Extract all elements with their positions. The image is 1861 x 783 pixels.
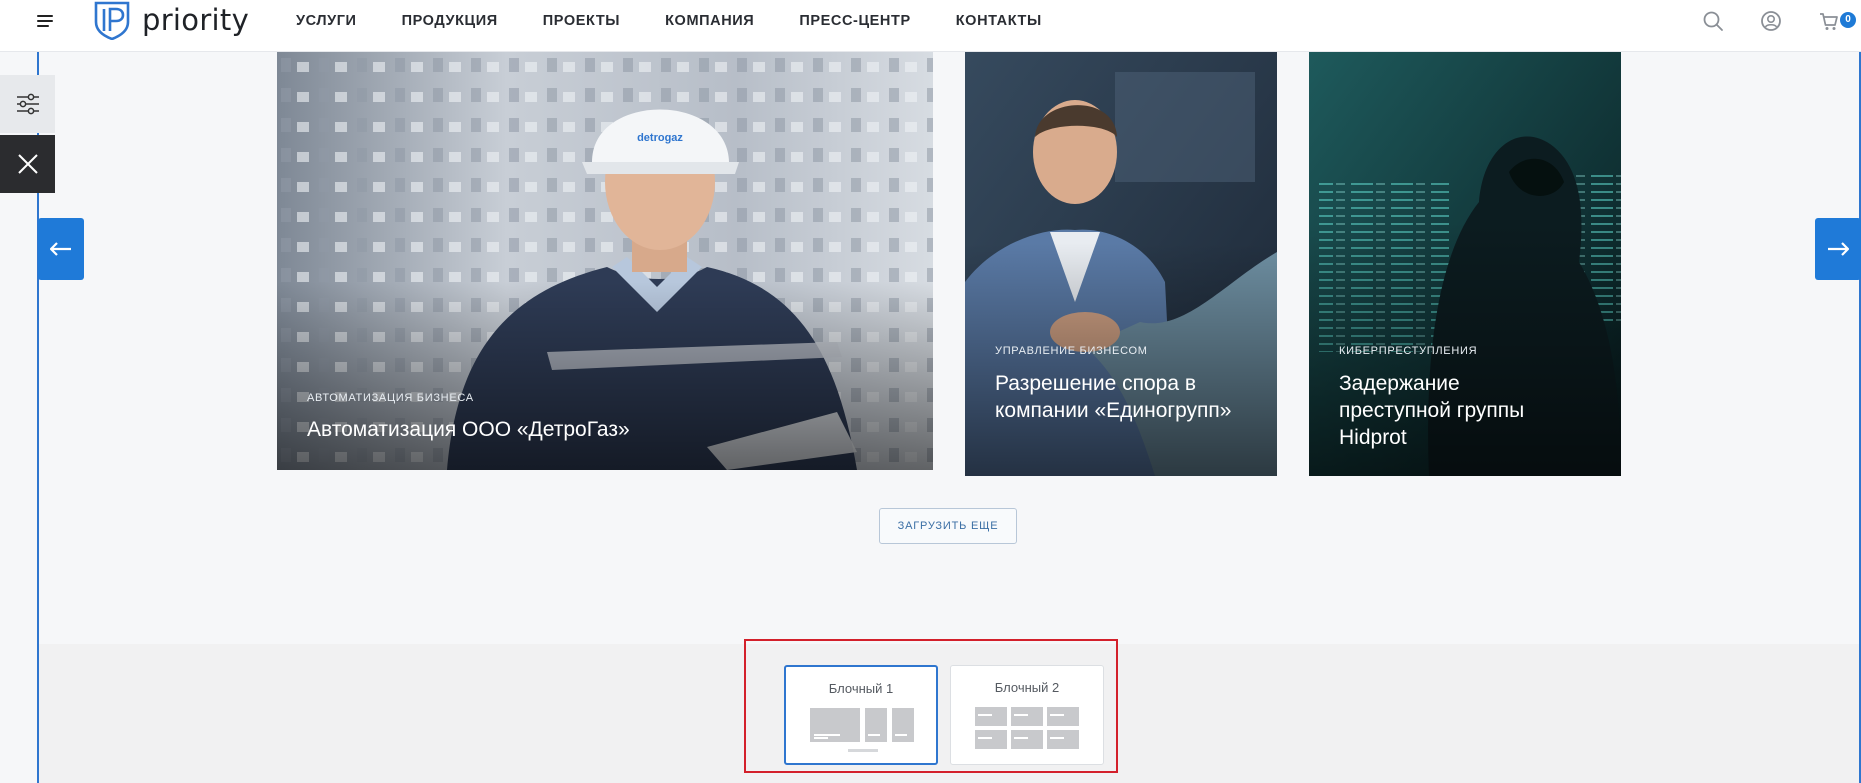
project-card[interactable]: КИБЕРПРЕСТУПЛЕНИЯ Задержание преступной …: [1309, 52, 1621, 476]
nav-item-projects[interactable]: ПРОЕКТЫ: [543, 12, 620, 30]
card-category: АВТОМАТИЗАЦИЯ БИЗНЕСА: [307, 392, 474, 404]
highlight-frame: [744, 639, 1118, 773]
card-title: Автоматизация ООО «ДетроГаз»: [307, 418, 630, 441]
user-icon[interactable]: [1760, 10, 1782, 32]
carousel-next-button[interactable]: [1815, 218, 1861, 280]
nav-item-company[interactable]: КОМПАНИЯ: [665, 12, 754, 30]
project-card[interactable]: УПРАВЛЕНИЕ БИЗНЕСОМ Разрешение спора в к…: [965, 52, 1277, 476]
cart-count-badge: 0: [1840, 12, 1856, 28]
settings-panel-button[interactable]: [0, 75, 55, 133]
card-title: Задержание преступной группы Hidprot: [1339, 372, 1525, 449]
cart-icon[interactable]: [1818, 10, 1840, 32]
search-icon[interactable]: [1702, 10, 1724, 32]
sliders-icon: [16, 93, 39, 115]
nav-item-services[interactable]: УСЛУГИ: [296, 12, 357, 30]
site-header: priority УСЛУГИ ПРОДУКЦИЯ ПРОЕКТЫ КОМПАН…: [0, 0, 1861, 52]
nav-item-contacts[interactable]: КОНТАКТЫ: [956, 12, 1042, 30]
card-photo-engineer: detrogaz: [277, 52, 933, 470]
carousel-prev-button[interactable]: [38, 218, 84, 280]
main-nav: УСЛУГИ ПРОДУКЦИЯ ПРОЕКТЫ КОМПАНИЯ ПРЕСС-…: [296, 12, 1087, 30]
logo[interactable]: priority: [92, 0, 249, 40]
logo-shield-icon: [94, 1, 130, 40]
load-more-button[interactable]: ЗАГРУЗИТЬ ЕЩЕ: [879, 508, 1017, 544]
arrow-left-icon: [50, 242, 71, 256]
card-title: Разрешение спора в компании «Единогрупп»: [995, 372, 1232, 422]
arrow-right-icon: [1828, 242, 1849, 256]
card-category: КИБЕРПРЕСТУПЛЕНИЯ: [1339, 345, 1478, 357]
card-category: УПРАВЛЕНИЕ БИЗНЕСОМ: [995, 345, 1148, 357]
logo-text: priority: [142, 2, 250, 37]
project-card[interactable]: detrogaz АВТОМАТИЗАЦИЯ БИЗНЕСА Автоматиз…: [277, 52, 933, 470]
hamburger-icon[interactable]: [37, 15, 55, 29]
close-icon: [17, 154, 38, 174]
close-panel-button[interactable]: [0, 135, 55, 193]
nav-item-press-center[interactable]: ПРЕСС-ЦЕНТР: [799, 12, 910, 30]
nav-item-products[interactable]: ПРОДУКЦИЯ: [402, 12, 498, 30]
